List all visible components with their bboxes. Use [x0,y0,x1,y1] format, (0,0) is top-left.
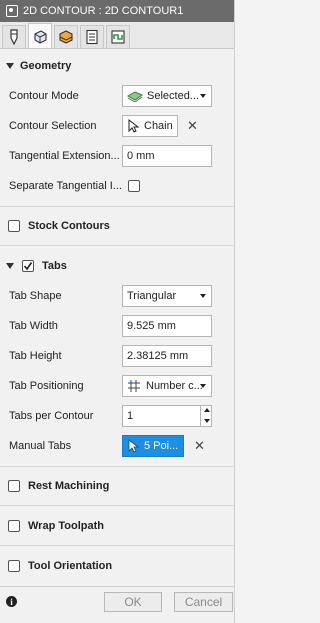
chevron-down-icon [200,384,206,388]
cursor-arrow-icon [128,119,139,133]
operation-icon [6,5,18,17]
tab-height-label: Tab Height [9,350,62,362]
contour-selection-button[interactable]: Chain [122,115,178,137]
dialog-titlebar[interactable]: 2D CONTOUR : 2D CONTOUR1 [0,0,234,22]
expand-triangle-icon[interactable] [6,263,14,269]
chevron-up-icon[interactable] [204,408,210,412]
tool-tab-icon [10,29,18,45]
stock-contours-label: Stock Contours [28,220,110,232]
divider [0,505,234,506]
tangential-extension-label: Tangential Extension... [9,150,120,162]
tabs-section-title: Tabs [42,260,67,272]
ok-button[interactable]: OK [104,592,162,612]
checkmark-icon [23,262,33,271]
contour-mode-label: Contour Mode [9,90,79,102]
tab-passes[interactable] [80,25,104,48]
wrap-toolpath-checkbox[interactable] [8,520,20,532]
tab-shape-value: Triangular [127,290,177,302]
tool-orientation-label: Tool Orientation [28,560,113,572]
tangential-extension-input[interactable]: 0 mm [122,145,212,167]
tab-linking[interactable] [106,25,130,48]
linking-tab-icon [111,30,125,44]
tab-width-input[interactable]: 9.525 mm [122,315,212,337]
geometry-tab-icon [34,30,47,44]
tab-height-input[interactable]: 2.38125 mm [122,345,212,367]
tab-positioning-label: Tab Positioning [9,380,84,392]
divider [0,545,234,546]
geometry-section-title: Geometry [20,60,72,72]
heights-tab-icon [59,30,73,44]
rest-machining-label: Rest Machining [28,480,110,492]
tab-geometry[interactable] [28,23,52,48]
contour-mode-value: Selected... [147,90,199,102]
rest-machining-checkbox[interactable] [8,480,20,492]
tabs-per-contour-label: Tabs per Contour [9,410,94,422]
tab-shape-select[interactable]: Triangular [122,285,212,307]
dialog-panel: 2D CONTOUR : 2D CONTOUR1 Geometry Contou… [0,0,235,623]
tabs-per-contour-value: 1 [127,410,134,422]
stepper-arrows[interactable] [200,405,213,427]
cursor-arrow-icon [128,439,139,453]
divider [0,466,234,467]
chevron-down-icon[interactable] [204,419,210,423]
contour-mode-select[interactable]: Selected... [122,85,212,107]
dialog-footer: i OK Cancel [0,586,234,617]
dialog-title: 2D CONTOUR : 2D CONTOUR1 [23,5,184,17]
tab-width-label: Tab Width [9,320,58,332]
hash-grid-icon [128,380,140,392]
wrap-toolpath-label: Wrap Toolpath [28,520,104,532]
contour-selection-value: Chain [144,120,173,132]
info-icon[interactable]: i [6,596,17,607]
stock-contours-checkbox[interactable] [8,220,20,232]
tab-heights[interactable] [54,25,78,48]
expand-triangle-icon [6,63,14,69]
separate-tangential-checkbox[interactable] [128,180,140,192]
divider [0,245,234,246]
passes-tab-icon [86,29,98,45]
tab-shape-label: Tab Shape [9,290,62,302]
chevron-down-icon [200,294,206,298]
divider [0,206,234,207]
tab-positioning-value: Number c... [146,380,203,392]
scrollbar[interactable] [236,0,246,623]
manual-tabs-value: 5 Poi... [144,440,179,452]
manual-tabs-button[interactable]: 5 Poi... [122,435,184,457]
tangential-extension-value: 0 mm [127,150,155,162]
tab-height-value: 2.38125 mm [127,350,189,362]
contour-face-icon [127,91,143,102]
contour-selection-label: Contour Selection [9,120,97,132]
tabs-per-contour-stepper[interactable]: 1 [122,405,212,427]
tool-orientation-checkbox[interactable] [8,560,20,572]
tab-strip [0,22,234,49]
cancel-button[interactable]: Cancel [174,592,233,612]
manual-tabs-label: Manual Tabs [9,440,72,452]
clear-selection-close-icon[interactable]: ✕ [187,119,198,132]
tab-width-value: 9.525 mm [127,320,176,332]
chevron-down-icon [200,94,206,98]
tab-positioning-select[interactable]: Number c... [122,375,212,397]
tab-tool[interactable] [2,25,26,48]
clear-manual-tabs-close-icon[interactable]: ✕ [194,439,205,452]
tabs-checkbox[interactable] [22,260,34,272]
geometry-section-header[interactable]: Geometry [0,56,71,76]
separate-tangential-label: Separate Tangential I... [9,180,121,192]
